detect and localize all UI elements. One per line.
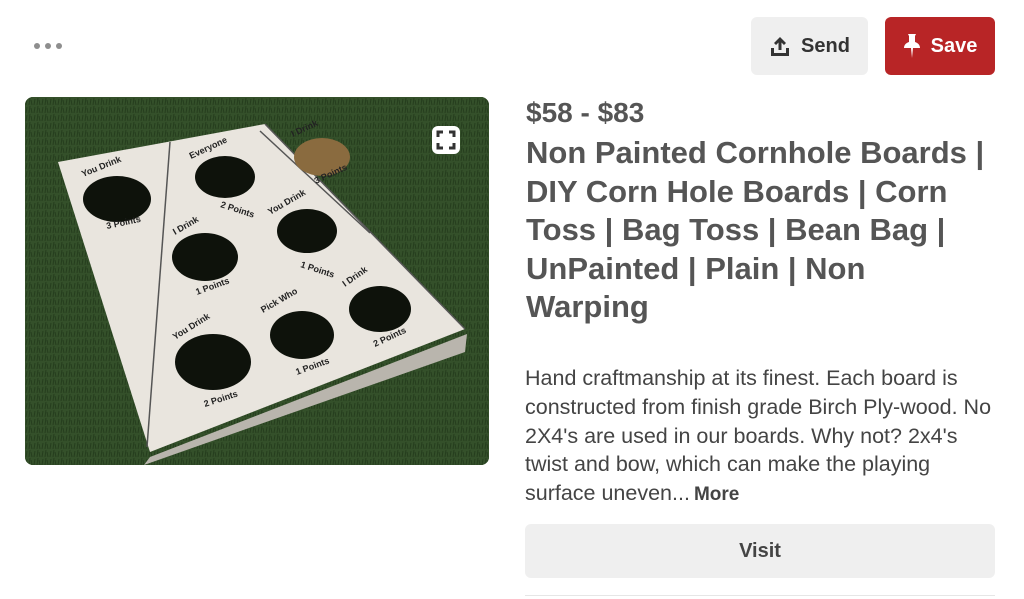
pin-icon [903, 34, 920, 58]
expand-icon[interactable] [430, 124, 462, 156]
send-button[interactable]: Send [751, 17, 868, 75]
divider [525, 595, 995, 596]
product-title: Non Painted Cornhole Boards | DIY Corn H… [526, 135, 985, 324]
visit-label: Visit [739, 539, 781, 562]
description-text: Hand craftmanship at its finest. Each bo… [525, 366, 992, 506]
more-options-button[interactable] [34, 38, 66, 54]
product-description: Hand craftmanship at its finest. Each bo… [525, 364, 995, 510]
save-label: Save [930, 34, 978, 57]
more-link[interactable]: More [694, 484, 739, 505]
product-image[interactable]: You Drink 3 Points Everyone 2 Points I D… [25, 97, 489, 465]
send-label: Send [801, 34, 850, 57]
save-button[interactable]: Save [885, 17, 995, 75]
ellipsis-icon [34, 43, 40, 49]
share-upload-icon [771, 37, 790, 56]
ellipsis-icon [45, 43, 51, 49]
visit-button[interactable]: Visit [525, 524, 995, 578]
price-range: $58 - $83 [526, 97, 645, 128]
ellipsis-icon [56, 43, 62, 49]
cornhole-board-illustration: You Drink 3 Points Everyone 2 Points I D… [25, 97, 489, 465]
